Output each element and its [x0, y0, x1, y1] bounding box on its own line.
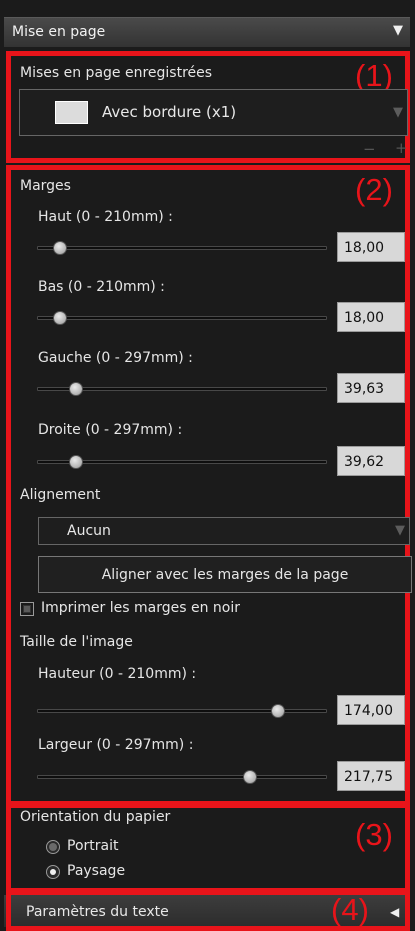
alignment-dropdown[interactable]: Aucun ▼: [38, 517, 410, 545]
margin-bottom-label: Bas (0 - 210mm) :: [38, 279, 165, 295]
add-layout-button[interactable]: +: [395, 139, 408, 157]
margin-bottom-value-field[interactable]: 18,00: [337, 302, 405, 332]
image-height-slider-thumb[interactable]: [271, 704, 285, 718]
margin-top-label: Haut (0 - 210mm) :: [38, 209, 173, 225]
dropdown-arrow-icon: ▼: [393, 105, 403, 120]
print-black-margins-checkbox[interactable]: [20, 602, 34, 616]
print-black-margins-label[interactable]: Imprimer les marges en noir: [41, 600, 240, 616]
remove-layout-button[interactable]: −: [363, 140, 376, 158]
margin-bottom-slider-thumb[interactable]: [53, 311, 67, 325]
alignment-selected-value: Aucun: [67, 523, 111, 539]
checkbox-mark: [24, 606, 30, 612]
margin-bottom-slider-track[interactable]: [37, 316, 327, 320]
margin-left-label: Gauche (0 - 297mm) :: [38, 350, 193, 366]
collapse-triangle-icon[interactable]: ▼: [393, 23, 403, 38]
image-width-slider-thumb[interactable]: [243, 770, 257, 784]
section-number-2: (2): [355, 172, 393, 207]
section-number-4: (4): [331, 892, 369, 927]
image-width-slider-track[interactable]: [37, 775, 327, 779]
layout-panel-header[interactable]: Mise en page ▼: [4, 17, 410, 47]
margin-right-slider-thumb[interactable]: [69, 455, 83, 469]
margin-top-slider-track[interactable]: [37, 246, 327, 250]
image-height-label: Hauteur (0 - 210mm) :: [38, 666, 197, 682]
section-number-3: (3): [355, 817, 393, 852]
selected-layout-label: Avec bordure (x1): [102, 103, 237, 121]
portrait-radio[interactable]: [46, 840, 60, 854]
layout-preview-swatch: [55, 101, 88, 124]
margins-label: Marges: [20, 178, 71, 194]
margin-left-value-field[interactable]: 39,63: [337, 373, 405, 403]
saved-layout-dropdown[interactable]: Avec bordure (x1) ▼: [19, 89, 408, 136]
margin-top-value-field[interactable]: 18,00: [337, 232, 405, 262]
margin-left-slider-thumb[interactable]: [69, 382, 83, 396]
align-to-page-margins-button[interactable]: Aligner avec les marges de la page: [38, 556, 412, 593]
margin-right-label: Droite (0 - 297mm) :: [38, 422, 183, 438]
text-settings-label: Paramètres du texte: [26, 904, 169, 920]
margin-top-slider-thumb[interactable]: [53, 241, 67, 255]
image-width-value-field[interactable]: 217,75: [337, 761, 405, 791]
image-size-label: Taille de l'image: [20, 634, 133, 650]
saved-layouts-label: Mises en page enregistrées: [20, 65, 213, 81]
align-to-page-margins-label: Aligner avec les marges de la page: [101, 567, 349, 583]
image-width-label: Largeur (0 - 297mm) :: [38, 737, 194, 753]
paper-orientation-label: Orientation du papier: [20, 809, 171, 825]
image-height-value-field[interactable]: 174,00: [337, 695, 405, 725]
landscape-label[interactable]: Paysage: [67, 863, 125, 879]
landscape-radio[interactable]: [46, 865, 60, 879]
portrait-label[interactable]: Portrait: [67, 838, 118, 854]
margin-right-value-field[interactable]: 39,62: [337, 446, 405, 476]
panel-title: Mise en page: [12, 24, 106, 40]
alignment-dropdown-arrow-icon: ▼: [395, 523, 405, 538]
alignment-label: Alignement: [20, 487, 101, 503]
expand-triangle-icon[interactable]: ◀: [390, 905, 399, 919]
